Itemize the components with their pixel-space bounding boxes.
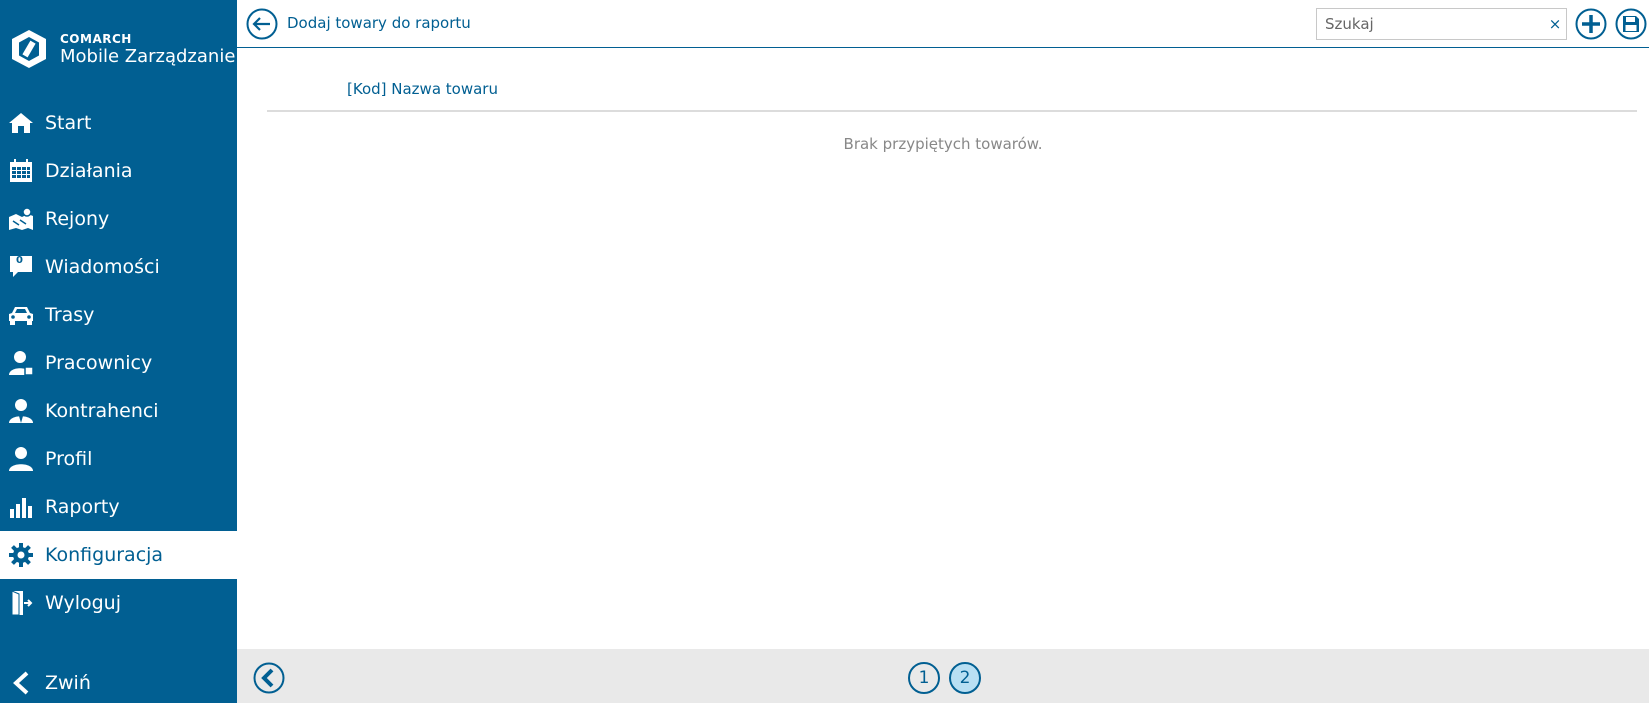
sidebar: COMARCH Mobile Zarządzanie Start Działan… — [0, 0, 237, 703]
gear-icon — [7, 541, 35, 569]
search-input[interactable] — [1317, 10, 1544, 38]
footer-bar: 1 2 — [237, 649, 1649, 703]
logout-icon — [7, 589, 35, 617]
sidebar-item-kontrahenci[interactable]: Kontrahenci — [0, 387, 237, 435]
message-count-badge: 0 — [16, 255, 23, 266]
map-icon — [7, 205, 35, 233]
sidebar-item-label: Start — [45, 112, 92, 134]
bar-chart-icon — [7, 493, 35, 521]
sidebar-item-label: Kontrahenci — [45, 400, 159, 422]
sidebar-item-label: Konfiguracja — [45, 544, 164, 566]
employee-icon — [7, 349, 35, 377]
calendar-icon — [7, 157, 35, 185]
sidebar-item-wiadomosci[interactable]: 0 Wiadomości — [0, 243, 237, 291]
empty-list-message: Brak przypiętych towarów. — [843, 135, 1043, 153]
sidebar-item-label: Wyloguj — [45, 592, 121, 614]
table-header: [Kod] Nazwa towaru — [267, 80, 1637, 112]
page-button-2[interactable]: 2 — [949, 662, 981, 694]
app-window: COMARCH Mobile Zarządzanie Start Działan… — [0, 0, 1649, 703]
clear-search-icon[interactable]: × — [1544, 15, 1566, 33]
main-content: [Kod] Nazwa towaru Brak przypiętych towa… — [237, 49, 1649, 649]
sidebar-item-wyloguj[interactable]: Wyloguj — [0, 579, 237, 627]
chevron-left-icon — [7, 669, 35, 697]
logo: COMARCH Mobile Zarządzanie — [8, 24, 235, 74]
collapse-label: Zwiń — [45, 672, 91, 694]
sidebar-item-label: Raporty — [45, 496, 120, 518]
sidebar-item-label: Wiadomości — [45, 256, 160, 278]
sidebar-item-label: Pracownicy — [45, 352, 153, 374]
sidebar-item-start[interactable]: Start — [0, 99, 237, 147]
add-icon[interactable] — [1575, 8, 1607, 40]
logo-brand: COMARCH — [60, 31, 132, 46]
contractor-icon — [7, 397, 35, 425]
home-icon — [7, 109, 35, 137]
collapse-sidebar-button[interactable]: Zwiń — [7, 663, 91, 703]
save-icon[interactable] — [1615, 8, 1647, 40]
top-bar: Dodaj towary do raportu × — [237, 0, 1649, 48]
sidebar-item-label: Trasy — [45, 304, 95, 326]
sidebar-item-trasy[interactable]: Trasy — [0, 291, 237, 339]
pagination: 1 2 — [908, 662, 990, 694]
sidebar-item-label: Działania — [45, 160, 133, 182]
sidebar-item-konfiguracja[interactable]: Konfiguracja — [0, 531, 237, 579]
sidebar-item-profil[interactable]: Profil — [0, 435, 237, 483]
column-header-name[interactable]: [Kod] Nazwa towaru — [347, 80, 498, 98]
sidebar-item-label: Profil — [45, 448, 93, 470]
sidebar-item-dzialania[interactable]: Działania — [0, 147, 237, 195]
sidebar-nav: Start Działania Rejony 0 Wiadomości Tras… — [0, 99, 237, 627]
sidebar-item-rejony[interactable]: Rejony — [0, 195, 237, 243]
sidebar-item-raporty[interactable]: Raporty — [0, 483, 237, 531]
back-arrow-icon[interactable] — [246, 8, 278, 40]
sidebar-item-label: Rejony — [45, 208, 110, 230]
comarch-logo-icon — [12, 30, 46, 68]
chevron-left-circle-icon[interactable] — [253, 662, 285, 694]
page-button-1[interactable]: 1 — [908, 662, 940, 694]
car-icon — [7, 301, 35, 329]
search-box: × — [1316, 8, 1567, 40]
logo-product: Mobile Zarządzanie — [60, 45, 236, 67]
message-icon: 0 — [7, 253, 35, 281]
user-icon — [7, 445, 35, 473]
page-title: Dodaj towary do raportu — [287, 14, 471, 32]
sidebar-item-pracownicy[interactable]: Pracownicy — [0, 339, 237, 387]
